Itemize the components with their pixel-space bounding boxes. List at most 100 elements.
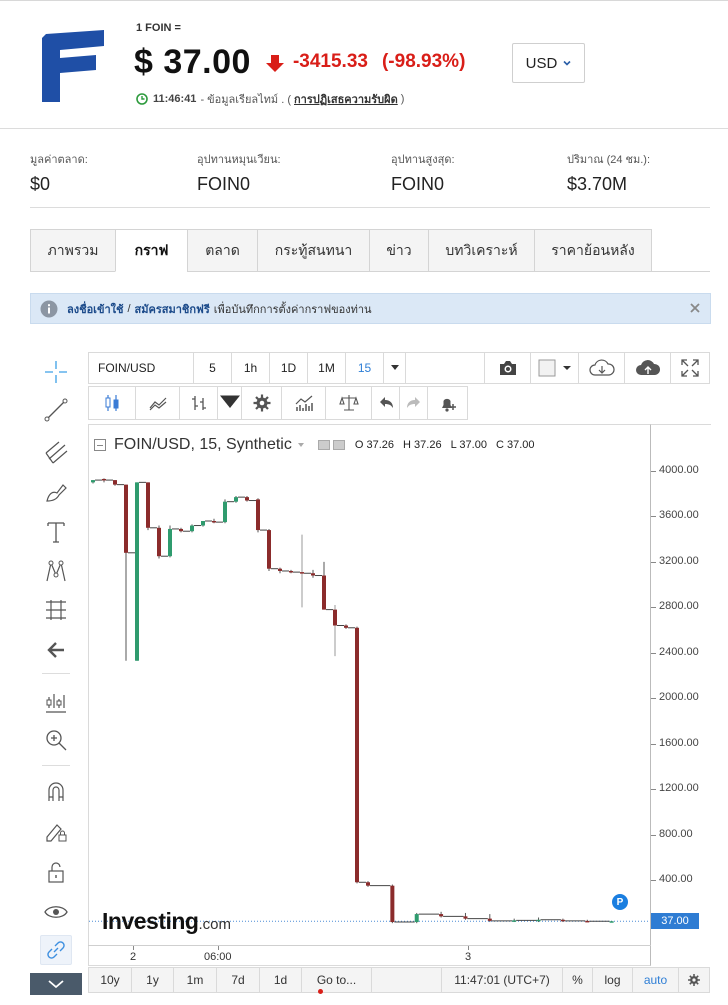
redo-button[interactable] [400, 386, 428, 420]
timeframe-5[interactable]: 5 [194, 353, 232, 383]
magnet-tool[interactable] [40, 777, 72, 807]
range-1y[interactable]: 1y [132, 968, 174, 992]
compare-button[interactable] [326, 386, 372, 420]
back-arrow-tool[interactable] [40, 635, 72, 665]
timeframe-1h[interactable]: 1h [232, 353, 270, 383]
measure-tool[interactable] [40, 687, 72, 717]
alert-button[interactable] [428, 386, 468, 420]
candle [124, 484, 135, 661]
chart-bottom-bar: 10y 1y 1m 7d 1d Go to... 11:47:01 (UTC+7… [88, 967, 710, 993]
publish-badge[interactable]: P [612, 894, 628, 910]
fib-tool[interactable] [40, 595, 72, 625]
chart-type-candles[interactable] [88, 386, 136, 420]
timeframe-15[interactable]: 15 [346, 353, 384, 383]
snapshot-button[interactable] [485, 353, 531, 383]
chart-type-area[interactable] [136, 386, 180, 420]
gear-icon [688, 974, 700, 986]
close-icon[interactable] [688, 301, 702, 315]
time-axis[interactable]: 2 06:00 3 [88, 945, 651, 967]
watermark-brand: Investing [102, 908, 199, 934]
tab-overview[interactable]: ภาพรวม [30, 229, 115, 272]
goto-date-button[interactable]: Go to... [302, 968, 372, 992]
fullscreen-button[interactable] [671, 353, 709, 383]
tab-chart[interactable]: กราฟ [115, 229, 187, 272]
range-1m[interactable]: 1m [174, 968, 217, 992]
unlock-tool[interactable] [40, 857, 72, 887]
settings-button[interactable] [242, 386, 282, 420]
tab-forum[interactable]: กระทู้สนทนา [257, 229, 369, 272]
auto-scale-toggle[interactable]: auto [633, 968, 679, 992]
login-link[interactable]: ลงชื่อเข้าใช้ [67, 300, 123, 318]
undo-button[interactable] [372, 386, 400, 420]
candle-body [355, 627, 359, 883]
link-tool[interactable] [40, 935, 72, 965]
indicators-button[interactable] [282, 386, 326, 420]
settings-toggle-icon[interactable] [332, 440, 345, 450]
save-layout-button[interactable] [625, 353, 671, 383]
range-1d[interactable]: 1d [260, 968, 302, 992]
pattern-tool[interactable] [40, 557, 72, 587]
candle-body [463, 916, 468, 919]
range-7d[interactable]: 7d [217, 968, 260, 992]
tab-analysis[interactable]: บทวิเคราะห์ [428, 229, 534, 272]
caret-down-icon [390, 365, 399, 370]
candle [390, 884, 415, 924]
candles-icon [105, 395, 119, 411]
axis-settings-button[interactable] [679, 968, 709, 992]
caret-down-icon[interactable] [297, 443, 304, 447]
disclaimer-link[interactable]: การปฏิเสธความรับผิด [294, 90, 398, 108]
tab-news[interactable]: ข่าว [369, 229, 428, 272]
candle [322, 561, 333, 611]
price-axis[interactable]: 400.00 800.00 1200.00 1600.00 2000.00 2400.00… [651, 424, 711, 966]
percent-scale-toggle[interactable]: % [563, 968, 593, 992]
candle [344, 624, 355, 629]
tab-historical[interactable]: ราคาย้อนหลัง [534, 229, 652, 272]
candle-body [366, 882, 370, 886]
price-change-percent: (-98.93%) [381, 51, 466, 72]
price-row: $ 37.00 -3415.33 (-98.93%) [134, 42, 465, 82]
zoom-tool[interactable] [40, 725, 72, 755]
stat-value: FOIN0 [391, 174, 445, 194]
range-10y[interactable]: 10y [89, 968, 132, 992]
timeframe-dropdown[interactable] [384, 353, 406, 383]
candle-body [289, 570, 293, 573]
visibility-tool[interactable] [40, 897, 72, 927]
clock-readout[interactable]: 11:47:01 (UTC+7) [441, 968, 563, 992]
load-layout-button[interactable] [579, 353, 625, 383]
collapse-toolbar-button[interactable] [30, 973, 82, 995]
crosshair-tool[interactable] [40, 357, 72, 387]
info-icon [40, 300, 58, 317]
timeframe-1m[interactable]: 1M [308, 353, 346, 383]
notice-text: เพื่อบันทึกการตั้งค่ากราฟของท่าน [213, 303, 372, 316]
lock-drawing-tool[interactable] [40, 817, 72, 847]
y-tick-mark [651, 880, 656, 881]
ohlc-open: O 37.26 [354, 439, 394, 451]
chart-type-bars[interactable] [180, 386, 218, 420]
collapse-legend-icon[interactable] [94, 439, 106, 451]
visibility-toggle-icon[interactable] [317, 440, 330, 450]
candle-body [135, 482, 139, 661]
chart-style-button[interactable] [531, 353, 579, 383]
currency-select[interactable]: USD [512, 43, 585, 83]
brush-tool[interactable] [40, 477, 72, 507]
chart-tools-row [88, 386, 493, 420]
bell-plus-icon [441, 398, 456, 412]
candle-body [223, 501, 227, 523]
scales-icon [338, 395, 359, 411]
candle [487, 914, 513, 923]
candle [201, 520, 212, 527]
log-scale-toggle[interactable]: log [593, 968, 633, 992]
pitchfork-tool[interactable] [40, 437, 72, 467]
ohlc-values: O 37.26 H 37.26 L 37.00 C 37.00 [355, 439, 541, 451]
trendline-tool[interactable] [40, 395, 72, 425]
tab-markets[interactable]: ตลาด [187, 229, 257, 272]
stat-label: อุปทานสูงสุด: [391, 154, 455, 166]
bars-icon [191, 396, 206, 410]
symbol-input[interactable]: FOIN/USD [89, 353, 194, 383]
signup-link[interactable]: สมัครสมาชิกฟรี [135, 300, 210, 318]
chart-type-dropdown[interactable] [218, 386, 242, 420]
timeframe-1d[interactable]: 1D [270, 353, 308, 383]
x-tick-mark [468, 946, 469, 950]
text-tool[interactable] [40, 517, 72, 547]
chart-plot-area[interactable] [88, 424, 651, 966]
